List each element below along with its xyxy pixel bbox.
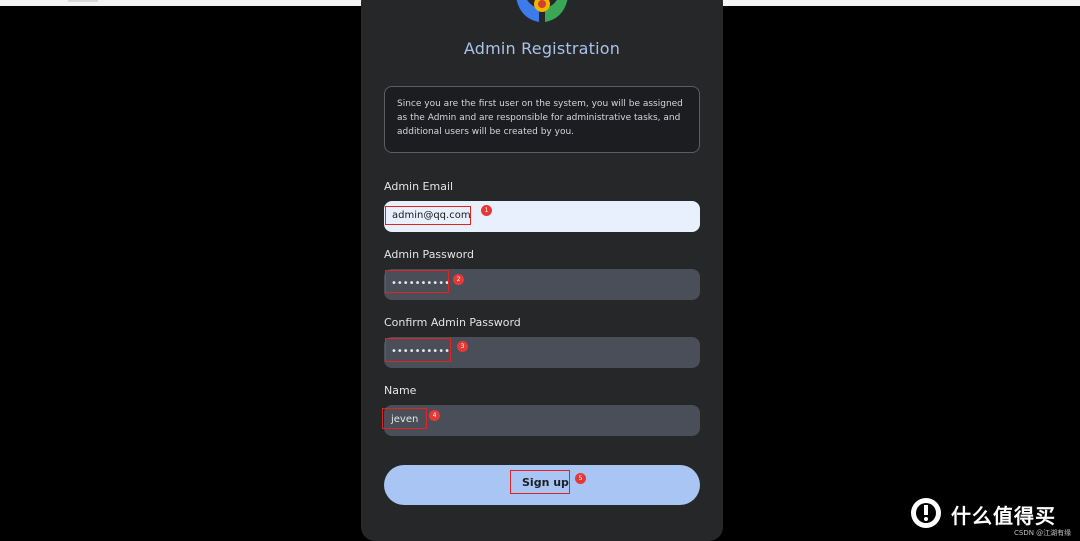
annotation-badge: 3: [457, 341, 468, 352]
name-label: Name: [384, 384, 417, 397]
watermark-text: 什么值得买: [951, 504, 1056, 528]
annotation-box: [382, 408, 427, 429]
first-user-notice: Since you are the first user on the syst…: [384, 86, 700, 153]
notice-line: as the Admin and are responsible for adm…: [397, 113, 681, 123]
password-label: Admin Password: [384, 248, 474, 261]
annotation-box: [385, 338, 451, 362]
annotation-badge: 4: [429, 410, 440, 421]
watermark-logo-icon: [911, 498, 941, 528]
annotation-box: [510, 470, 570, 494]
notice-line: additional users will be created by you.: [397, 127, 575, 137]
confirm-password-label: Confirm Admin Password: [384, 316, 521, 329]
annotation-badge: 2: [453, 274, 464, 285]
email-label: Admin Email: [384, 180, 454, 193]
app-logo-icon: [516, 0, 568, 22]
annotation-badge: 1: [481, 205, 492, 216]
annotation-box: [385, 270, 449, 293]
annotation-badge: 5: [575, 473, 586, 484]
notice-line: Since you are the first user on the syst…: [397, 99, 683, 109]
annotation-box: [385, 206, 471, 225]
page-title: Admin Registration: [463, 39, 621, 58]
watermark-subtext: CSDN @江湖有缘: [1014, 529, 1072, 537]
top-strip-mark: [68, 0, 98, 2]
